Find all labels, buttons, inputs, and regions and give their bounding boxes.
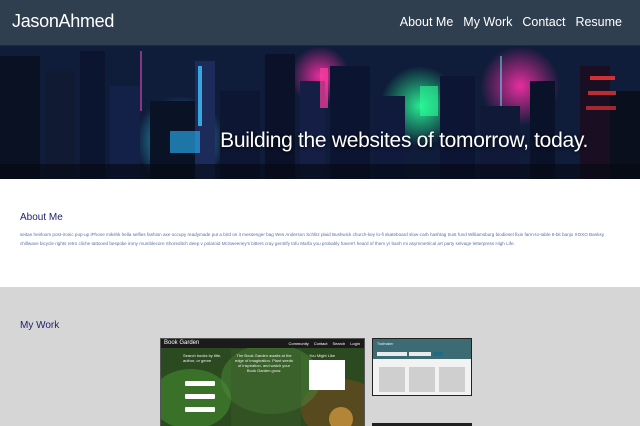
work-section: My Work Book Garden Community Contact Se… [0,287,640,426]
about-text: seitan heirloom post-ironic pop-up iPhon… [20,232,605,246]
trailmaker-day-card-3 [439,367,465,392]
hero-banner: Building the websites of tomorrow, today… [0,46,640,179]
trailmaker-day-card-1 [379,367,405,392]
work-title: My Work [20,320,60,331]
trailmaker-header: Trailmaker [373,339,471,359]
hero-title: Building the websites of tomorrow, today… [220,129,588,152]
nav-link-about[interactable]: About Me [400,15,454,29]
book-garden-link-login[interactable]: Login [350,341,360,346]
trailmaker-day-card-2 [409,367,435,392]
about-title: About Me [20,212,63,223]
project-card-trailmaker[interactable]: Trailmaker [372,338,472,396]
nav-link-work[interactable]: My Work [463,15,512,29]
book-garden-intro: The Book Garden awaits at the edge of im… [234,353,294,373]
trailmaker-input-date[interactable] [409,352,431,356]
book-garden-search-input-3[interactable] [185,407,215,412]
project-card-book-garden[interactable]: Book Garden Community Contact Search Log… [160,338,365,426]
navbar: JasonAhmed About Me My Work Contact Resu… [0,0,640,46]
nav-link-contact[interactable]: Contact [522,15,565,29]
book-garden-search-input-2[interactable] [185,394,215,399]
book-garden-recommendation-box [309,360,345,390]
about-section: About Me seitan heirloom post-ironic pop… [0,179,640,287]
hero-cityscape-image [0,46,640,179]
nav-links: About Me My Work Contact Resume [400,15,622,29]
brand-logo[interactable]: JasonAhmed [12,11,114,32]
book-garden-navbar: Book Garden Community Contact Search Log… [161,339,364,348]
book-garden-search-input-1[interactable] [185,381,215,386]
book-garden-search-heading: Search books by title, author, or genre [183,353,222,363]
nav-link-resume[interactable]: Resume [575,15,622,29]
trailmaker-input-city[interactable] [377,352,407,356]
trailmaker-title: Trailmaker [377,342,394,346]
book-garden-brand[interactable]: Book Garden [164,340,199,346]
book-garden-you-might-like: You Might Like [309,353,336,358]
book-garden-link-contact[interactable]: Contact [314,341,328,346]
book-garden-link-search[interactable]: Search [333,341,346,346]
book-garden-link-community[interactable]: Community [288,341,308,346]
trailmaker-search-button[interactable] [433,352,443,356]
